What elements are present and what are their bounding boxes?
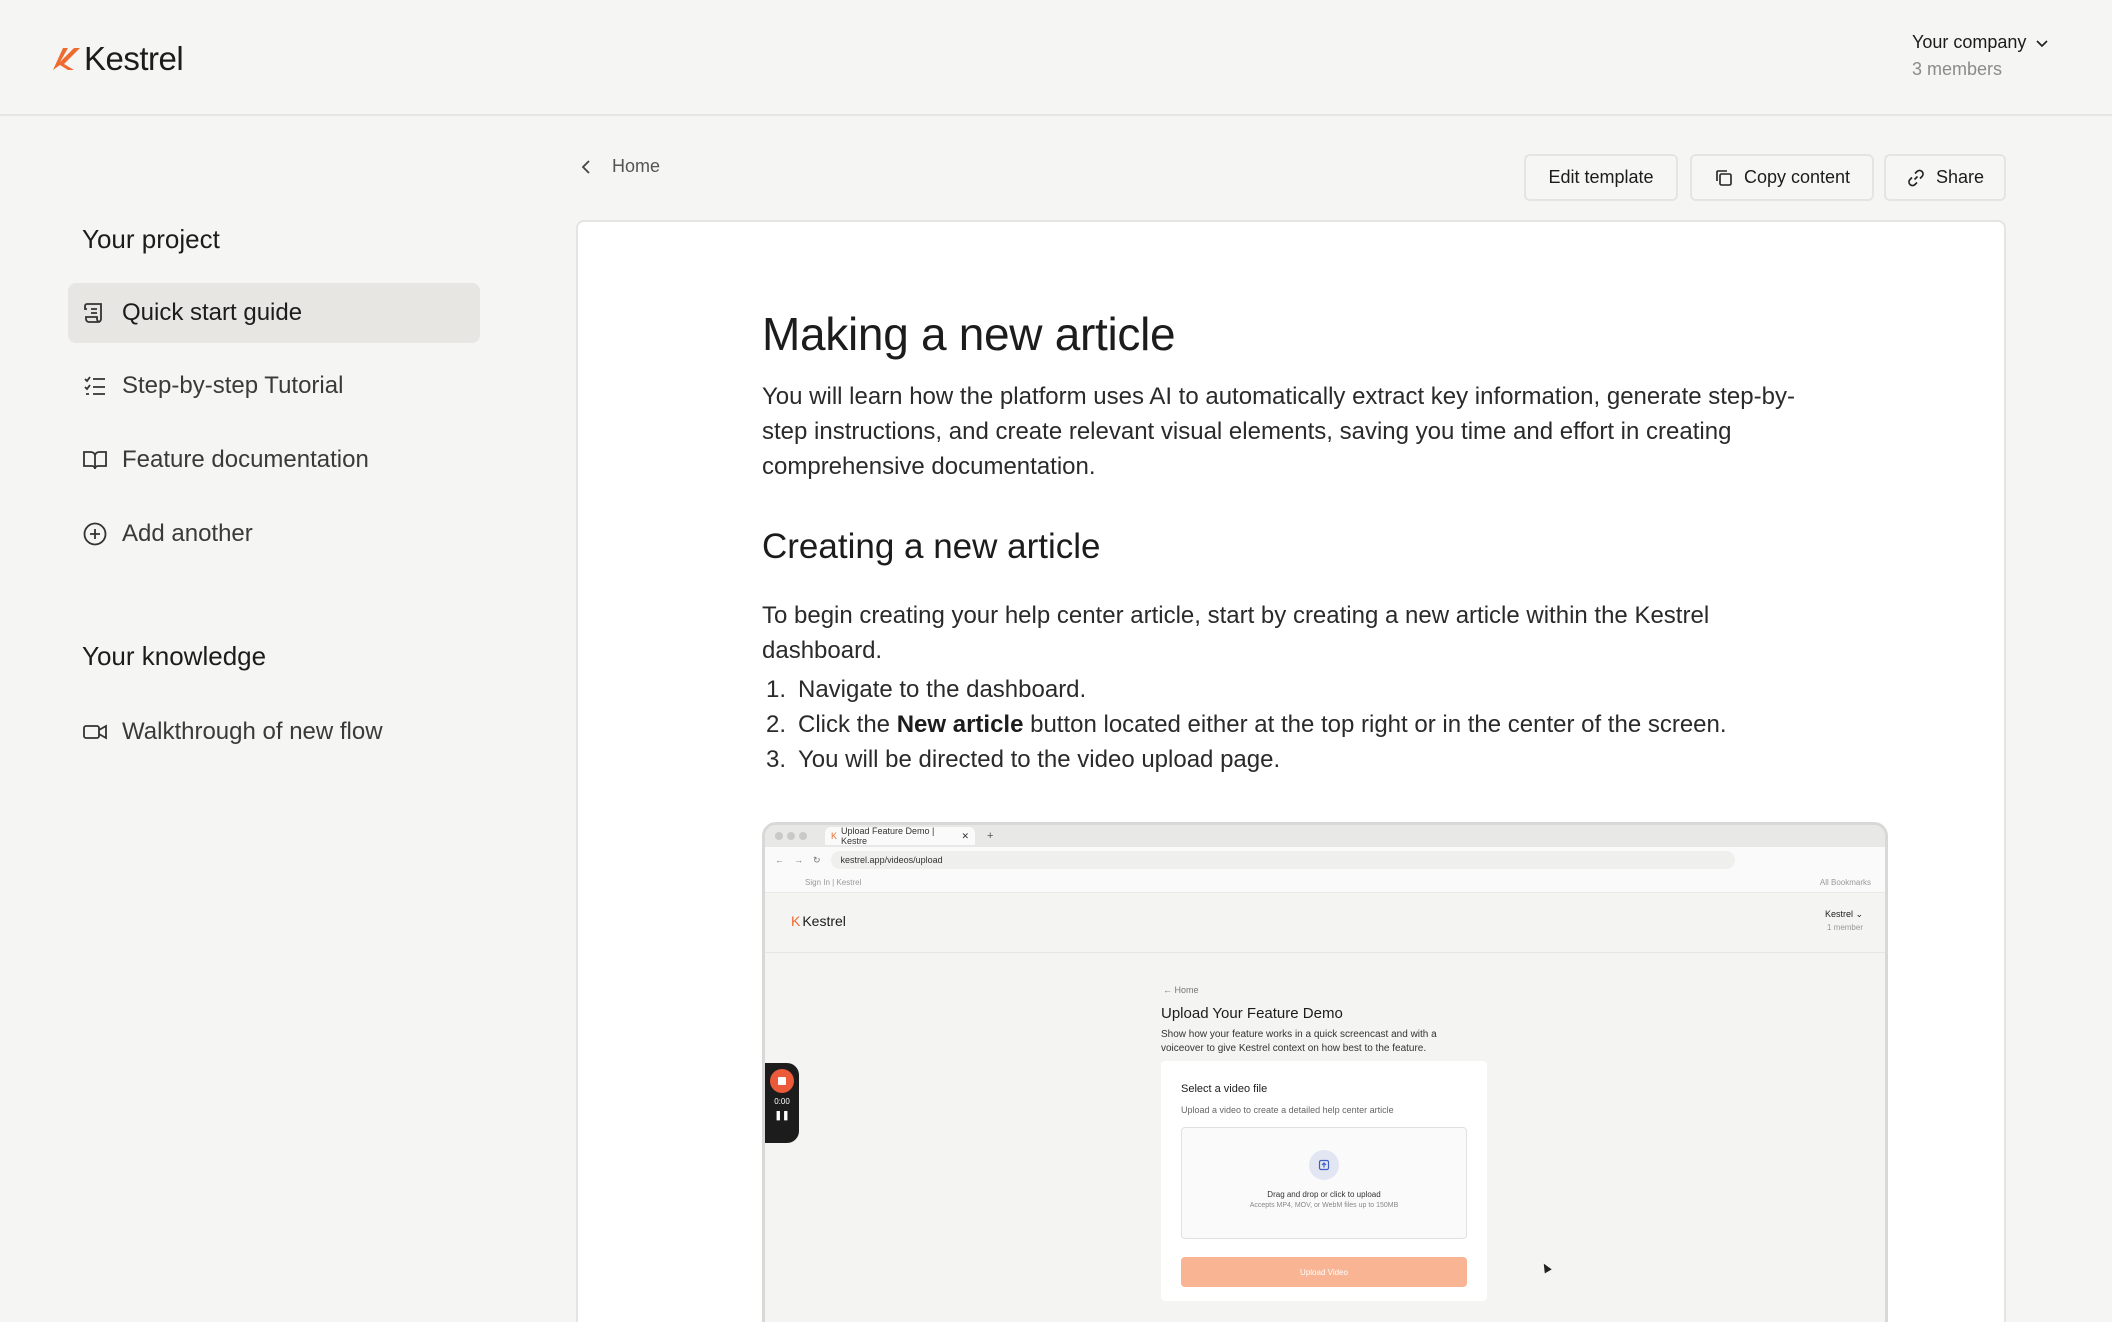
sidebar-item-add-another[interactable]: Add another: [68, 504, 480, 564]
video-icon: [83, 724, 107, 740]
kestrel-logo-icon: [53, 48, 80, 70]
plus-circle-icon: [83, 522, 107, 546]
sidebar-item-label: Walkthrough of new flow: [122, 718, 383, 745]
company-name: Your company: [1912, 32, 2027, 52]
list-item: 3. You will be directed to the video upl…: [766, 746, 1281, 773]
inner-header: K Kestrel Kestrel ⌄ 1 member: [765, 893, 1885, 953]
bookmarks-bar: Sign In | Kestrel All Bookmarks: [765, 873, 1885, 893]
browser-address-bar: ← → ↻ kestrel.app/videos/upload: [765, 847, 1885, 873]
article-intro: You will learn how the platform uses AI …: [762, 383, 1795, 480]
inner-upload-card: Select a video file Upload a video to cr…: [1161, 1061, 1487, 1301]
knowledge-heading: Your knowledge: [82, 641, 267, 671]
browser-tab: K Upload Feature Demo | Kestre ✕: [825, 826, 975, 846]
sidebar-item-step-by-step-tutorial[interactable]: Step-by-step Tutorial: [68, 356, 480, 416]
checklist-icon: [84, 376, 105, 395]
company-switcher[interactable]: Your company 3 members: [1912, 32, 2050, 80]
chevron-left-icon: [581, 159, 590, 174]
sidebar-item-label: Quick start guide: [122, 299, 303, 326]
list-item: 1. Navigate to the dashboard.: [766, 676, 1087, 703]
sidebar-item-feature-documentation[interactable]: Feature documentation: [68, 430, 480, 490]
breadcrumb[interactable]: Home: [578, 156, 660, 177]
sidebar-item-walkthrough[interactable]: Walkthrough of new flow: [68, 702, 480, 762]
inner-desc: Show how your feature works in a quick s…: [1161, 1029, 1437, 1054]
cursor-icon: [1540, 1261, 1552, 1274]
stop-icon: [770, 1069, 794, 1093]
list-item: 2. Click the New article button located …: [766, 711, 1727, 738]
top-bar: Kestrel Your company 3 members: [0, 0, 2112, 116]
inner-upload-button: Upload Video: [1181, 1257, 1467, 1287]
section-text: To begin creating your help center artic…: [762, 602, 1710, 664]
sidebar-item-quick-start-guide[interactable]: Quick start guide: [68, 283, 480, 343]
new-tab-icon: +: [987, 830, 994, 842]
upload-icon: [1309, 1150, 1339, 1180]
project-heading: Your project: [82, 224, 220, 254]
breadcrumb-home: Home: [612, 156, 661, 176]
share-label: Share: [1935, 167, 1985, 187]
section-title: Creating a new article: [762, 527, 1101, 566]
chevron-down-icon: [2036, 39, 2048, 47]
sidebar-item-label: Step-by-step Tutorial: [122, 372, 344, 399]
copy-content-button[interactable]: Copy content: [1690, 154, 1874, 201]
copy-icon: [1716, 169, 1732, 186]
sidebar-item-label: Add another: [122, 520, 253, 547]
copy-content-label: Copy content: [1743, 167, 1851, 187]
edit-template-label: Edit template: [1548, 167, 1654, 187]
browser-tab-bar: K Upload Feature Demo | Kestre ✕ +: [765, 825, 1885, 847]
sidebar-item-label: Feature documentation: [122, 446, 369, 473]
scroll-icon: [84, 303, 102, 323]
pause-icon: ❚❚: [774, 1110, 790, 1120]
edit-template-button[interactable]: Edit template: [1524, 154, 1678, 201]
embedded-screenshot: K Upload Feature Demo | Kestre ✕ + ← → ↻ kes…: [762, 822, 1888, 1322]
inner-breadcrumb: ← Home: [1163, 985, 1199, 995]
article-title: Making a new article: [762, 308, 1176, 360]
logo[interactable]: Kestrel: [50, 40, 184, 78]
link-icon: [1908, 169, 1924, 186]
share-button[interactable]: Share: [1884, 154, 2006, 201]
recording-widget: 0:00 ❚❚: [765, 1063, 799, 1143]
steps-list: 1. Navigate to the dashboard. 2. Click t…: [762, 672, 1727, 777]
company-members: 3 members: [1912, 59, 2003, 79]
inner-title: Upload Your Feature Demo: [1161, 1005, 1343, 1022]
logo-text: Kestrel: [84, 40, 184, 77]
inner-dropzone: Drag and drop or click to upload Accepts…: [1181, 1127, 1467, 1239]
book-icon: [83, 451, 107, 470]
